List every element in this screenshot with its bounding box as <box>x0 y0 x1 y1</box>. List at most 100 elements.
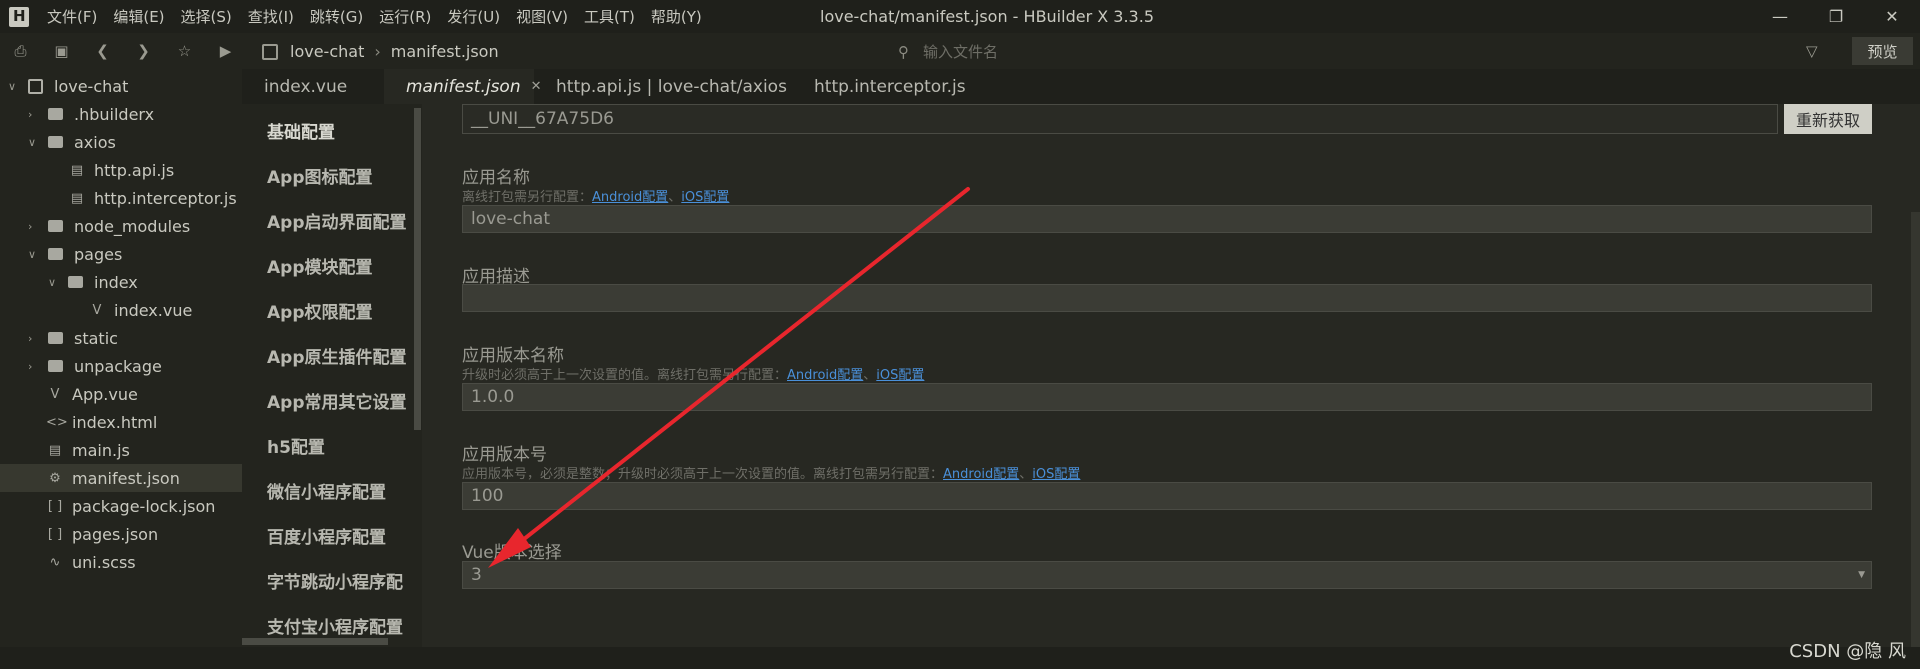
tree-item-hbuilderx[interactable]: › .hbuilderx <box>28 100 154 128</box>
file-search[interactable]: ⚲ 输入文件名 <box>898 41 998 62</box>
chevron-right-icon[interactable]: › <box>28 108 42 121</box>
version-code-value: 100 <box>471 486 504 506</box>
menu-tools[interactable]: 工具(T) <box>584 6 635 27</box>
tree-item-index-vue[interactable]: V index.vue <box>88 296 193 324</box>
chevron-down-icon[interactable]: ∨ <box>48 276 62 289</box>
chevron-down-icon[interactable]: ∨ <box>8 80 22 93</box>
version-name-value: 1.0.0 <box>471 387 515 407</box>
nav-horizontal-scrollbar[interactable] <box>242 638 388 645</box>
nav-app-icon-config[interactable]: App图标配置 <box>267 163 373 188</box>
tab-index-vue[interactable]: index.vue <box>242 69 384 104</box>
minimize-icon[interactable]: — <box>1752 0 1808 33</box>
ios-config-link[interactable]: iOS配置 <box>1032 467 1080 482</box>
nav-h5-config[interactable]: h5配置 <box>267 433 325 458</box>
new-file-icon[interactable]: ⎙ <box>0 42 41 60</box>
breadcrumb-file[interactable]: manifest.json <box>391 42 499 61</box>
version-name-input[interactable]: 1.0.0 <box>462 383 1872 411</box>
preview-button[interactable]: 预览 <box>1852 37 1913 65</box>
nav-app-permission-config[interactable]: App权限配置 <box>267 298 373 323</box>
nav-app-splash-config[interactable]: App启动界面配置 <box>267 208 407 233</box>
tree-item-main-js[interactable]: ▤ main.js <box>46 436 130 464</box>
config-file-icon: ⚙ <box>49 470 61 486</box>
refresh-appid-button[interactable]: 重新获取 <box>1784 104 1872 134</box>
nav-basic-config[interactable]: 基础配置 <box>267 118 335 143</box>
tab-label: index.vue <box>264 76 348 97</box>
manifest-settings-nav: 基础配置 App图标配置 App启动界面配置 App模块配置 App权限配置 A… <box>242 104 422 647</box>
ios-config-link[interactable]: iOS配置 <box>681 190 729 205</box>
nav-scrollbar[interactable] <box>414 108 421 430</box>
tree-item-label: http.interceptor.js <box>94 188 237 208</box>
menu-select[interactable]: 选择(S) <box>181 6 232 27</box>
tree-item-label: index.vue <box>114 300 193 320</box>
breadcrumb-project[interactable]: love-chat <box>290 42 364 61</box>
tree-item-pages[interactable]: ∨ pages <box>28 240 122 268</box>
tree-item-uni-scss[interactable]: ∿ uni.scss <box>46 548 136 576</box>
menu-publish[interactable]: 发行(U) <box>447 6 500 27</box>
file-search-placeholder[interactable]: 输入文件名 <box>923 41 998 62</box>
tree-item-unpackage[interactable]: › unpackage <box>28 352 162 380</box>
run-icon[interactable]: ▶ <box>205 42 246 60</box>
nav-app-module-config[interactable]: App模块配置 <box>267 253 373 278</box>
forward-icon[interactable]: ❯ <box>123 42 164 60</box>
chevron-right-icon[interactable]: › <box>28 332 42 345</box>
back-icon[interactable]: ❮ <box>82 42 123 60</box>
tree-item-static[interactable]: › static <box>28 324 118 352</box>
panel-scrollbar[interactable] <box>1911 212 1920 647</box>
hint-text: 应用版本号，必须是整数；升级时必须高于上一次设置的值。离线打包需另行配置： <box>462 467 944 482</box>
chevron-down-icon[interactable]: ∨ <box>28 248 42 261</box>
app-name-input[interactable]: love-chat <box>462 205 1872 233</box>
app-desc-input[interactable] <box>462 284 1872 312</box>
star-icon[interactable]: ☆ <box>164 42 205 60</box>
menu-view[interactable]: 视图(V) <box>516 6 568 27</box>
android-config-link[interactable]: Android配置 <box>943 467 1019 482</box>
folder-icon <box>48 332 63 344</box>
tree-item-manifest-json[interactable]: ⚙ manifest.json <box>0 464 242 492</box>
nav-baidu-mp-config[interactable]: 百度小程序配置 <box>267 523 386 548</box>
version-code-label: 应用版本号 <box>462 445 547 465</box>
chevron-down-icon[interactable]: ∨ <box>28 136 42 149</box>
menu-file[interactable]: 文件(F) <box>47 6 97 27</box>
restore-icon[interactable]: ❐ <box>1808 0 1864 33</box>
hint-sep: 、 <box>1019 467 1033 482</box>
android-config-link[interactable]: Android配置 <box>592 190 668 205</box>
nav-app-native-plugin-config[interactable]: App原生插件配置 <box>267 343 407 368</box>
tab-http-api-js[interactable]: http.api.js | love-chat/axios <box>534 69 792 104</box>
vue-file-icon: V <box>50 386 60 402</box>
android-config-link[interactable]: Android配置 <box>787 368 863 383</box>
menu-help[interactable]: 帮助(Y) <box>651 6 702 27</box>
tree-item-axios[interactable]: ∨ axios <box>28 128 116 156</box>
project-icon <box>262 43 278 60</box>
nav-app-other-settings[interactable]: App常用其它设置 <box>267 388 407 413</box>
tree-item-http-interceptor-js[interactable]: ▤ http.interceptor.js <box>68 184 237 212</box>
nav-toutiao-mp-config[interactable]: 字节跳动小程序配 <box>267 568 403 593</box>
nav-weixin-mp-config[interactable]: 微信小程序配置 <box>267 478 386 503</box>
menu-goto[interactable]: 跳转(G) <box>310 6 363 27</box>
json-file-icon: [ ] <box>47 526 63 542</box>
chevron-right-icon[interactable]: › <box>28 360 42 373</box>
vue-version-select[interactable]: 3 ▼ <box>462 561 1872 589</box>
menu-edit[interactable]: 编辑(E) <box>113 6 164 27</box>
tree-item-love-chat[interactable]: ∨ love-chat <box>8 72 128 100</box>
nav-alipay-mp-config[interactable]: 支付宝小程序配置 <box>267 613 403 638</box>
tree-item-http-api-js[interactable]: ▤ http.api.js <box>68 156 174 184</box>
appid-field[interactable]: __UNI__67A75D6 <box>462 104 1778 134</box>
tree-item-index-folder[interactable]: ∨ index <box>48 268 138 296</box>
tree-item-index-html[interactable]: <> index.html <box>46 408 157 436</box>
chevron-right-icon[interactable]: › <box>28 220 42 233</box>
filter-icon[interactable]: ▽ <box>1806 42 1818 60</box>
tree-item-label: pages.json <box>72 524 159 544</box>
tab-manifest-json[interactable]: manifest.json ✕ <box>384 69 542 104</box>
version-code-input[interactable]: 100 <box>462 482 1872 510</box>
menu-run[interactable]: 运行(R) <box>379 6 431 27</box>
tree-item-pages-json[interactable]: [ ] pages.json <box>46 520 158 548</box>
tree-item-app-vue[interactable]: V App.vue <box>46 380 138 408</box>
folder-icon <box>48 220 63 232</box>
tree-item-package-lock-json[interactable]: [ ] package-lock.json <box>46 492 216 520</box>
menu-find[interactable]: 查找(I) <box>248 6 294 27</box>
tab-http-interceptor-js[interactable]: http.interceptor.js <box>792 69 992 104</box>
close-icon[interactable]: ✕ <box>1864 0 1920 33</box>
tree-item-node-modules[interactable]: › node_modules <box>28 212 190 240</box>
save-icon[interactable]: ▣ <box>41 42 82 60</box>
ios-config-link[interactable]: iOS配置 <box>876 368 924 383</box>
app-name-label: 应用名称 <box>462 168 530 188</box>
